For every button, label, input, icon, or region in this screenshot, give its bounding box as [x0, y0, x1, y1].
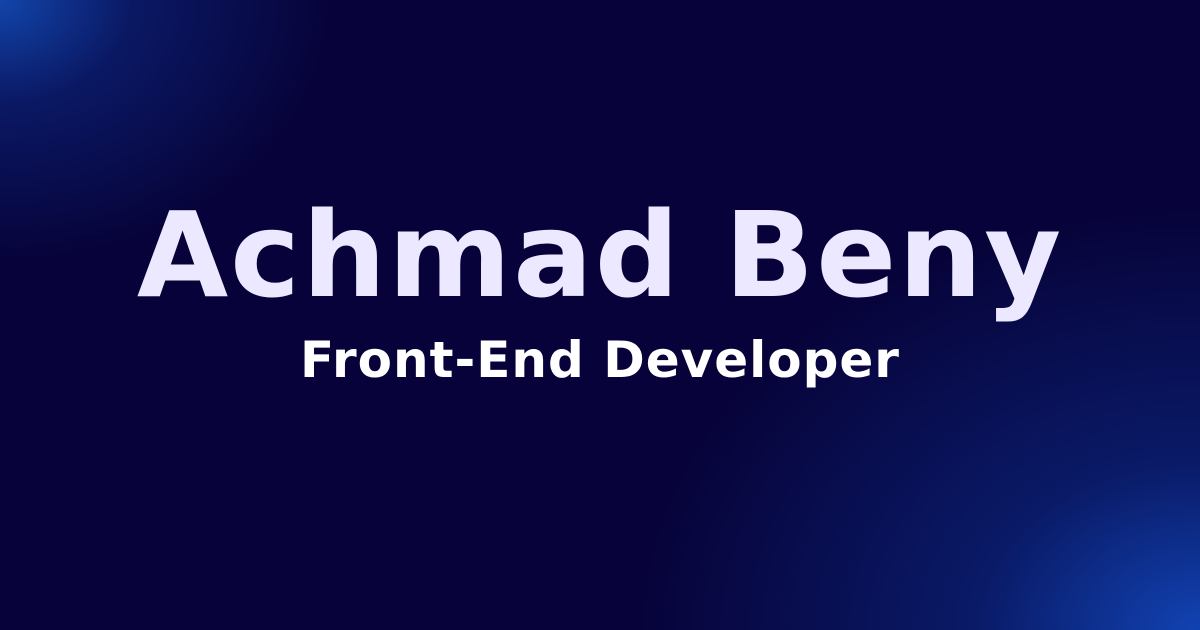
hero-banner: Achmad Beny Front-End Developer — [0, 0, 1200, 630]
hero-role: Front-End Developer — [300, 331, 900, 389]
hero-name: Achmad Beny — [136, 186, 1064, 324]
